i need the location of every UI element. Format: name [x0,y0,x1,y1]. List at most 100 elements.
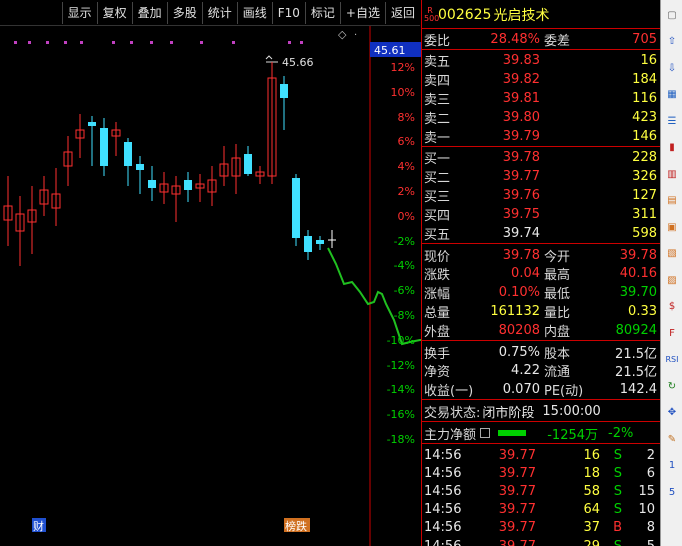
candle[interactable] [3,176,13,246]
event-marker-dot[interactable] [200,41,203,44]
toolbar-display-button[interactable]: 显示 [61,1,97,24]
tick-row[interactable]: 14:56 39.77 37 B 8 [422,519,661,537]
sidebar-calendar-icon[interactable]: ▣ [662,218,682,236]
candle[interactable] [231,144,241,194]
ranking-marker[interactable]: 榜跌 [285,519,307,533]
candle[interactable] [244,146,252,176]
candle[interactable] [328,230,336,248]
sidebar-dollar-icon[interactable]: $ [662,298,682,316]
tick-row[interactable]: 14:56 39.77 29 S 5 [422,537,661,546]
order-level-row[interactable]: 卖四 39.82 184 [422,70,661,89]
toolbar-stats-button[interactable]: 统计 [201,1,237,24]
tick-row[interactable]: 14:56 39.77 18 S 6 [422,464,661,482]
toolbar-mark-button[interactable]: 标记 [304,1,340,24]
candle[interactable] [171,176,181,222]
level-price: 39.80 [502,110,540,126]
level-volume: 146 [632,129,657,145]
event-marker-dot[interactable] [300,41,303,44]
sidebar-up-arrow-icon[interactable]: ⇧ [662,33,682,51]
order-level-row[interactable]: 买二 39.77 326 [422,167,661,186]
candle[interactable] [88,116,96,166]
toolbar-draw-line-button[interactable]: 画线 [236,1,272,24]
sidebar-number-1[interactable]: 1 [662,457,682,475]
finance-marker[interactable]: 财 [33,519,44,533]
toolbar-overlay-button[interactable]: 叠加 [131,1,167,24]
tick-row[interactable]: 14:56 39.77 58 S 15 [422,482,661,500]
sidebar-crosshair-icon[interactable]: ✥ [662,404,682,422]
sidebar-rsi-icon[interactable]: RSI [662,351,682,369]
event-marker-dot[interactable] [14,41,17,44]
candle[interactable] [111,122,121,156]
candle[interactable] [184,172,192,202]
order-level-row[interactable]: 买三 39.76 127 [422,186,661,205]
tick-row[interactable]: 14:56 39.77 64 S 10 [422,501,661,519]
sidebar-line-icon[interactable]: ▨ [662,271,682,289]
sidebar-candle-icon[interactable]: ▮ [662,139,682,157]
sidebar-list-icon[interactable]: ☰ [662,112,682,130]
order-level-row[interactable]: 买一 39.78 228 [422,148,661,167]
candle[interactable] [304,230,312,260]
order-level-row[interactable]: 买四 39.75 311 [422,206,661,224]
main-force-row[interactable]: 主力净额 -1254万 -2% [422,424,661,443]
drawn-trend-line[interactable] [327,247,421,464]
sidebar-book-icon[interactable]: ▤ [662,192,682,210]
candle[interactable] [75,114,85,158]
sidebar-page-icon[interactable]: ▢ [662,6,682,24]
sidebar-grid-icon[interactable]: ▦ [662,86,682,104]
sidebar-pen-icon[interactable]: ✎ [662,430,682,448]
sidebar-chart-icon[interactable]: ▧ [662,245,682,263]
event-marker-dot[interactable] [130,41,133,44]
sidebar-down-arrow-icon[interactable]: ⇩ [662,59,682,77]
percent-tick-label: -8% [393,309,415,322]
diamond-icon[interactable]: ◇ [338,28,347,41]
candle[interactable] [63,136,73,186]
event-marker-dot[interactable] [112,41,115,44]
tick-row[interactable]: 14:56 39.77 16 S 2 [422,446,661,464]
order-level-row[interactable]: 卖三 39.81 116 [422,89,661,108]
candle[interactable] [159,172,169,204]
event-marker-dot[interactable] [150,41,153,44]
main-force-detail-icon[interactable] [480,428,491,438]
candle[interactable] [255,166,265,184]
kline-chart[interactable]: ◇ · 45.61 45.66 财 榜跌 12% 10% 8% 6% 4% 2% 0% -2%… [0,26,421,546]
order-level-row[interactable]: 卖一 39.79 146 [422,128,661,146]
order-level-row[interactable]: 卖五 39.83 16 [422,51,661,70]
candle[interactable] [15,196,25,266]
level-price: 39.79 [502,129,540,145]
toolbar-multi-stock-button[interactable]: 多股 [166,1,202,24]
sidebar-refresh-icon[interactable]: ↻ [662,377,682,395]
event-marker-dot[interactable] [80,41,83,44]
candle[interactable] [292,174,300,246]
tick-price: 39.77 [498,520,536,536]
candle[interactable] [219,146,229,186]
toolbar-add-watchlist-button[interactable]: +自选 [339,1,385,24]
event-marker-dot[interactable] [28,41,31,44]
percent-tick-label: 8% [397,110,415,124]
kline-chart-svg[interactable]: ◇ · 45.61 45.66 财 榜跌 [0,26,421,546]
candle[interactable] [148,166,156,201]
order-level-row[interactable]: 买五 39.74 598 [422,225,661,243]
candle[interactable] [267,62,277,184]
order-level-row[interactable]: 卖二 39.80 423 [422,109,661,127]
toolbar-restore-rights-button[interactable]: 复权 [96,1,132,24]
event-marker-dot[interactable] [170,41,173,44]
sidebar-bars-icon[interactable]: ▥ [662,165,682,183]
candle[interactable] [136,156,144,194]
candle[interactable] [207,166,217,206]
event-marker-dot[interactable] [46,41,49,44]
candle[interactable] [27,186,37,254]
candle[interactable] [316,236,324,250]
sidebar-number-5[interactable]: 5 [662,483,682,501]
event-marker-dot[interactable] [288,41,291,44]
toolbar-f10-button[interactable]: F10 [271,1,305,24]
event-marker-dot[interactable] [64,41,67,44]
candle[interactable] [100,118,108,176]
candle[interactable] [39,176,49,216]
sidebar-f-icon[interactable]: F [662,324,682,342]
candle[interactable] [280,76,288,130]
toolbar-back-button[interactable]: 返回 [384,1,420,24]
event-marker-dot[interactable] [232,41,235,44]
candle[interactable] [51,168,61,226]
candle[interactable] [195,174,205,202]
candle[interactable] [124,138,132,186]
